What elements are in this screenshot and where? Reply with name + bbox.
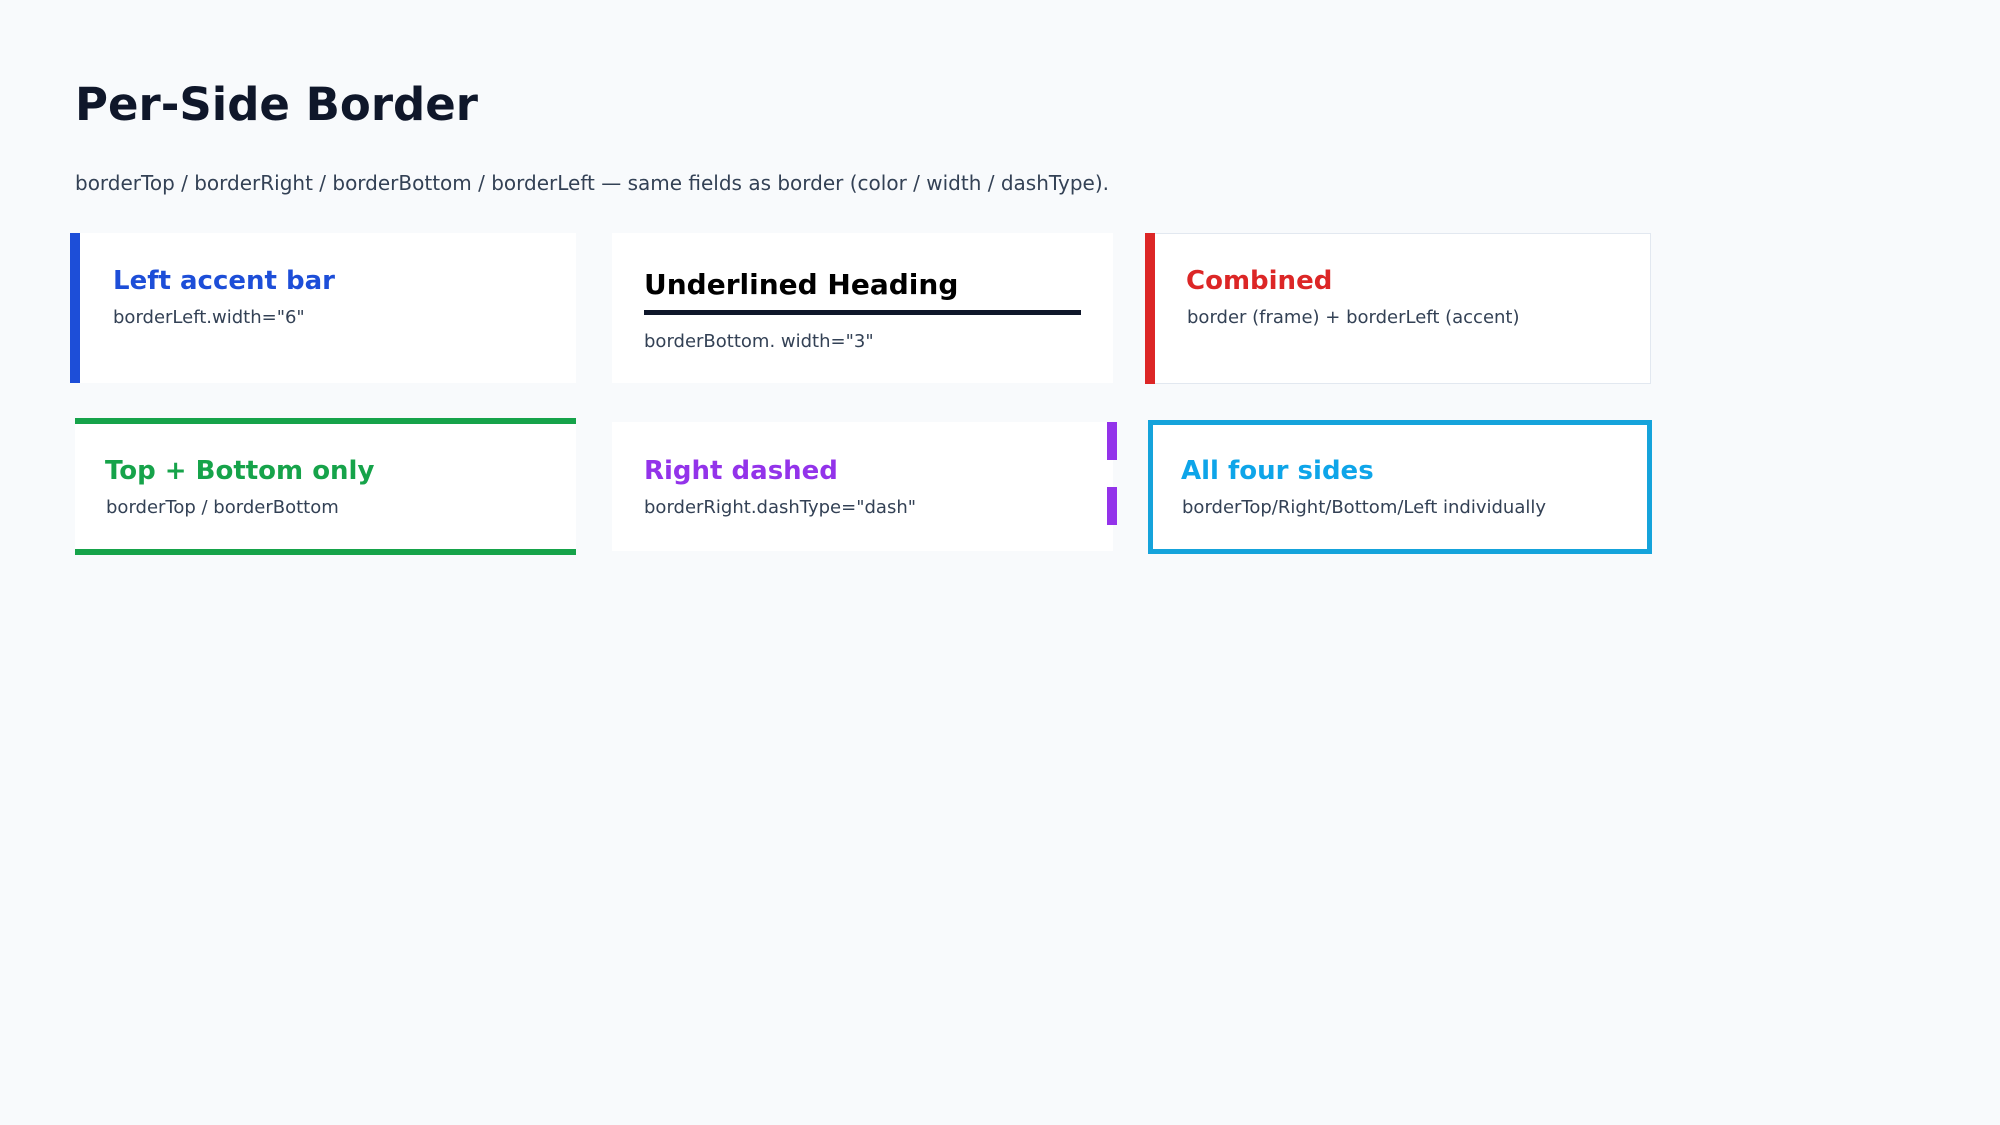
card-title: Combined (1186, 266, 1333, 296)
bottom-border-underline (644, 310, 1081, 315)
right-border-dash (1107, 487, 1117, 525)
card-description: borderTop / borderBottom (106, 497, 339, 518)
card-title: All four sides (1181, 456, 1374, 486)
card-title: Top + Bottom only (105, 456, 375, 486)
card-description: borderLeft.width="6" (113, 307, 305, 328)
page-subtitle: borderTop / borderRight / borderBottom /… (75, 171, 1109, 195)
left-border-accent (70, 233, 80, 383)
card-description: border (frame) + borderLeft (accent) (1187, 307, 1520, 328)
card-title: Underlined Heading (644, 268, 959, 301)
left-border-accent (1145, 233, 1155, 384)
card-description: borderTop/Right/Bottom/Left individually (1182, 497, 1547, 518)
card-title: Left accent bar (113, 266, 335, 296)
card-underlined-heading (612, 233, 1113, 383)
page-title: Per-Side Border (75, 78, 478, 131)
card-description: borderBottom. width="3" (644, 331, 874, 352)
right-border-dash (1107, 422, 1117, 460)
card-title: Right dashed (644, 456, 838, 486)
card-description: borderRight.dashType="dash" (644, 497, 917, 518)
